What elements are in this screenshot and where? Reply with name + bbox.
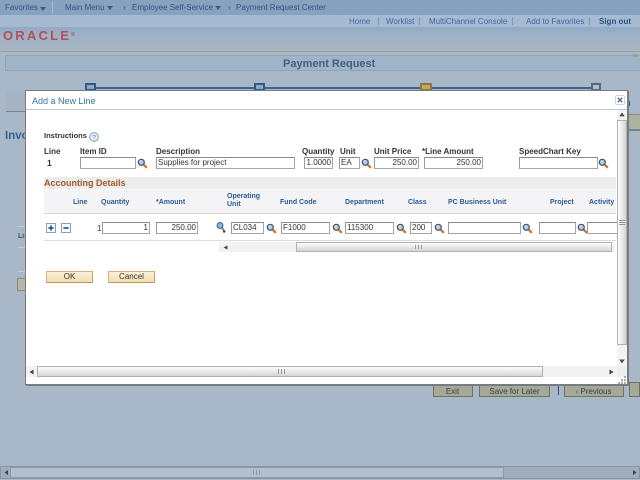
svg-text:?: ? [92, 135, 96, 142]
